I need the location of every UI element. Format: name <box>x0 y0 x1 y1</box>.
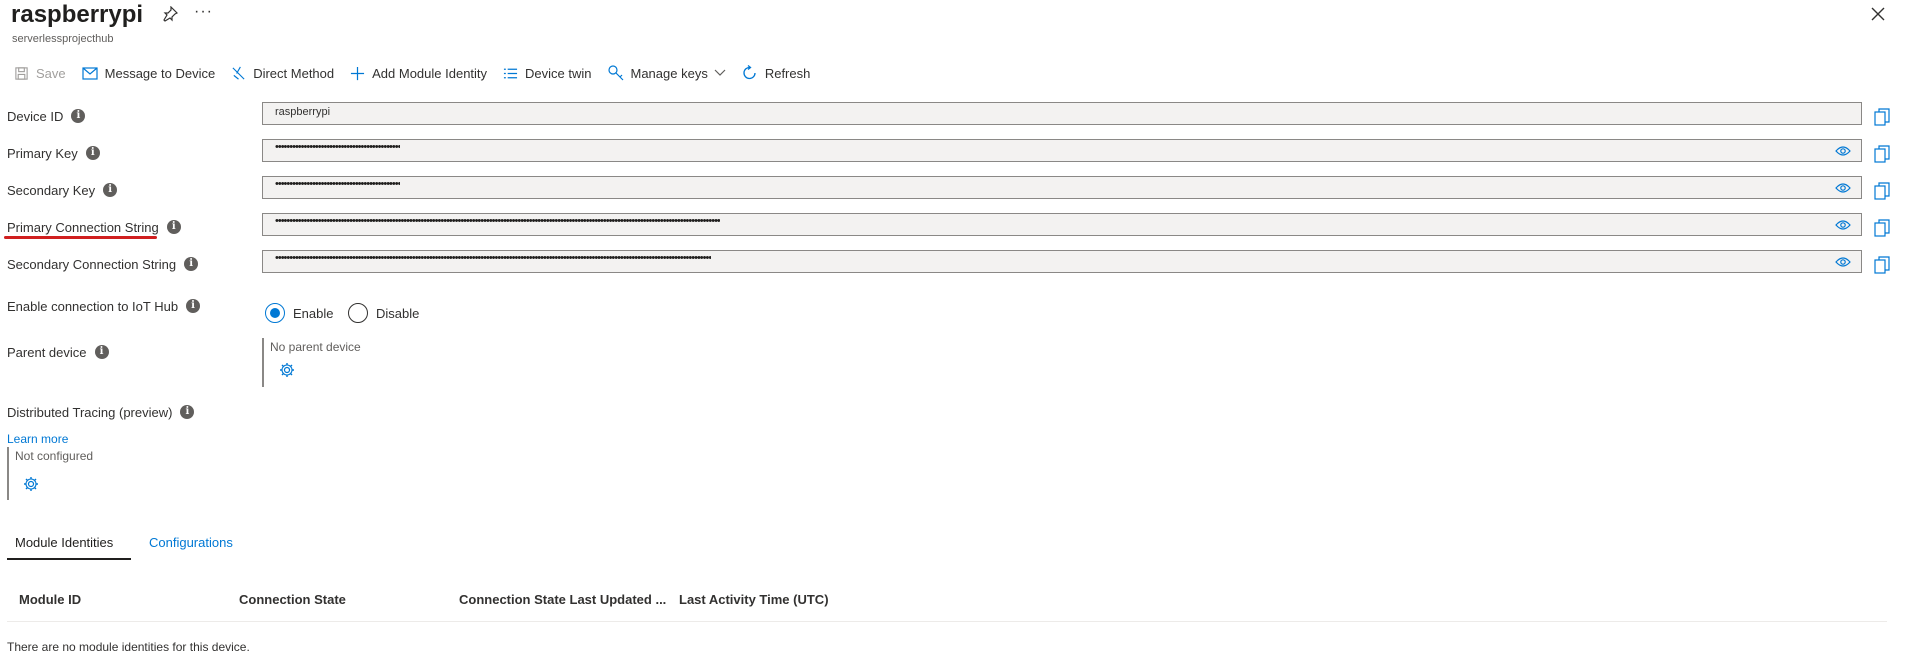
parent-device-label: Parent device i <box>7 342 109 362</box>
secondary-key-label-text: Secondary Key <box>7 182 96 198</box>
highlight-underline <box>4 236 157 239</box>
manage-keys-button[interactable]: Manage keys <box>607 65 726 81</box>
radio-unselected-indicator <box>348 303 368 323</box>
refresh-button[interactable]: Refresh <box>742 65 811 81</box>
distributed-tracing-label-text: Distributed Tracing (preview) <box>7 404 173 420</box>
column-header-connection-state-last-updated[interactable]: Connection State Last Updated ... <box>459 592 666 607</box>
column-header-connection-state[interactable]: Connection State <box>239 592 346 607</box>
list-icon <box>503 68 518 78</box>
command-bar: Save Message to Device Direct Method Add… <box>14 62 826 84</box>
chevron-down-icon <box>714 69 726 76</box>
secondary-connection-string-label: Secondary Connection String i <box>7 254 199 274</box>
tab-module-identities[interactable]: Module Identities <box>15 535 113 550</box>
mail-icon <box>82 66 98 80</box>
message-to-device-label: Message to Device <box>104 65 216 81</box>
refresh-label: Refresh <box>764 65 811 81</box>
direct-method-label: Direct Method <box>253 65 335 81</box>
copy-icon[interactable] <box>1874 145 1890 163</box>
message-to-device-button[interactable]: Message to Device <box>82 65 216 81</box>
enable-connection-label-text: Enable connection to IoT Hub <box>7 298 179 314</box>
page-subtitle: serverlessprojecthub <box>12 33 114 45</box>
manage-keys-label: Manage keys <box>630 65 708 81</box>
tracing-value: Not configured <box>15 449 94 463</box>
more-options-icon[interactable]: ··· <box>194 2 213 22</box>
eye-icon[interactable] <box>1835 182 1851 194</box>
primary-key-label: Primary Key i <box>7 143 100 163</box>
eye-icon[interactable] <box>1835 145 1851 157</box>
device-id-label-text: Device ID <box>7 108 64 124</box>
secondary-connection-string-value: ••••••••••••••••••••••••••••••••••••••••… <box>275 252 712 264</box>
device-twin-button[interactable]: Device twin <box>503 65 592 81</box>
device-id-value: raspberrypi <box>275 106 331 118</box>
add-module-identity-label: Add Module Identity <box>372 65 488 81</box>
save-label: Save <box>36 65 66 81</box>
primary-connection-string-label-text: Primary Connection String <box>7 219 159 235</box>
pin-icon[interactable] <box>162 6 178 22</box>
info-icon[interactable]: i <box>180 405 195 419</box>
distributed-tracing-label: Distributed Tracing (preview) i <box>7 402 195 422</box>
close-icon[interactable] <box>1870 6 1886 22</box>
table-header-divider <box>7 621 1887 622</box>
page-title: raspberrypi <box>11 1 144 28</box>
info-icon[interactable]: i <box>186 299 201 313</box>
radio-selected-indicator <box>265 303 285 323</box>
copy-icon[interactable] <box>1874 256 1890 274</box>
column-header-module-id[interactable]: Module ID <box>19 592 81 607</box>
parent-device-label-text: Parent device <box>7 344 87 360</box>
secondary-connection-string-label-text: Secondary Connection String <box>7 256 177 272</box>
copy-icon[interactable] <box>1874 108 1890 126</box>
info-icon[interactable]: i <box>166 220 181 234</box>
copy-icon[interactable] <box>1874 182 1890 200</box>
primary-connection-string-label: Primary Connection String i <box>7 217 181 237</box>
gear-icon[interactable] <box>279 362 295 378</box>
disable-radio[interactable]: Disable <box>348 303 419 323</box>
refresh-icon <box>743 65 756 80</box>
direct-method-button[interactable]: Direct Method <box>231 66 334 81</box>
tracing-bar <box>7 447 9 500</box>
info-icon[interactable]: i <box>103 183 118 197</box>
info-icon[interactable]: i <box>184 257 199 271</box>
enable-connection-label: Enable connection to IoT Hub i <box>7 296 201 316</box>
add-module-identity-button[interactable]: Add Module Identity <box>350 66 487 81</box>
primary-key-field[interactable]: ••••••••••••••••••••••••••••••••••••••••… <box>262 139 1862 162</box>
parent-device-value: No parent device <box>270 340 361 354</box>
device-id-field[interactable]: raspberrypi <box>262 102 1862 125</box>
save-icon <box>15 66 28 80</box>
key-icon <box>607 65 623 81</box>
secondary-key-label: Secondary Key i <box>7 180 118 200</box>
secondary-key-value: ••••••••••••••••••••••••••••••••••••••••… <box>275 178 401 190</box>
primary-key-label-text: Primary Key <box>7 145 78 161</box>
enable-radio[interactable]: Enable <box>265 303 333 323</box>
disable-radio-label: Disable <box>376 305 420 321</box>
parent-device-bar <box>262 338 264 387</box>
device-twin-label: Device twin <box>525 65 592 81</box>
enable-radio-label: Enable <box>293 305 334 321</box>
info-icon[interactable]: i <box>85 146 100 160</box>
copy-icon[interactable] <box>1874 219 1890 237</box>
eye-icon[interactable] <box>1835 219 1851 231</box>
plus-icon <box>351 66 365 80</box>
save-button[interactable]: Save <box>14 66 66 81</box>
primary-connection-string-field[interactable]: ••••••••••••••••••••••••••••••••••••••••… <box>262 213 1862 236</box>
direct-method-icon <box>232 66 245 80</box>
column-header-last-activity-time[interactable]: Last Activity Time (UTC) <box>679 592 829 607</box>
device-id-label: Device ID i <box>7 106 86 126</box>
gear-icon[interactable] <box>23 476 39 492</box>
active-tab-indicator <box>7 558 131 560</box>
info-icon[interactable]: i <box>94 345 109 359</box>
empty-table-message: There are no module identities for this … <box>7 640 250 654</box>
info-icon[interactable]: i <box>71 109 86 123</box>
primary-key-value: ••••••••••••••••••••••••••••••••••••••••… <box>275 141 401 153</box>
learn-more-link[interactable]: Learn more <box>7 432 68 446</box>
secondary-key-field[interactable]: ••••••••••••••••••••••••••••••••••••••••… <box>262 176 1862 199</box>
primary-connection-string-value: ••••••••••••••••••••••••••••••••••••••••… <box>275 215 720 227</box>
eye-icon[interactable] <box>1835 256 1851 268</box>
secondary-connection-string-field[interactable]: ••••••••••••••••••••••••••••••••••••••••… <box>262 250 1862 273</box>
tab-configurations[interactable]: Configurations <box>149 535 233 550</box>
